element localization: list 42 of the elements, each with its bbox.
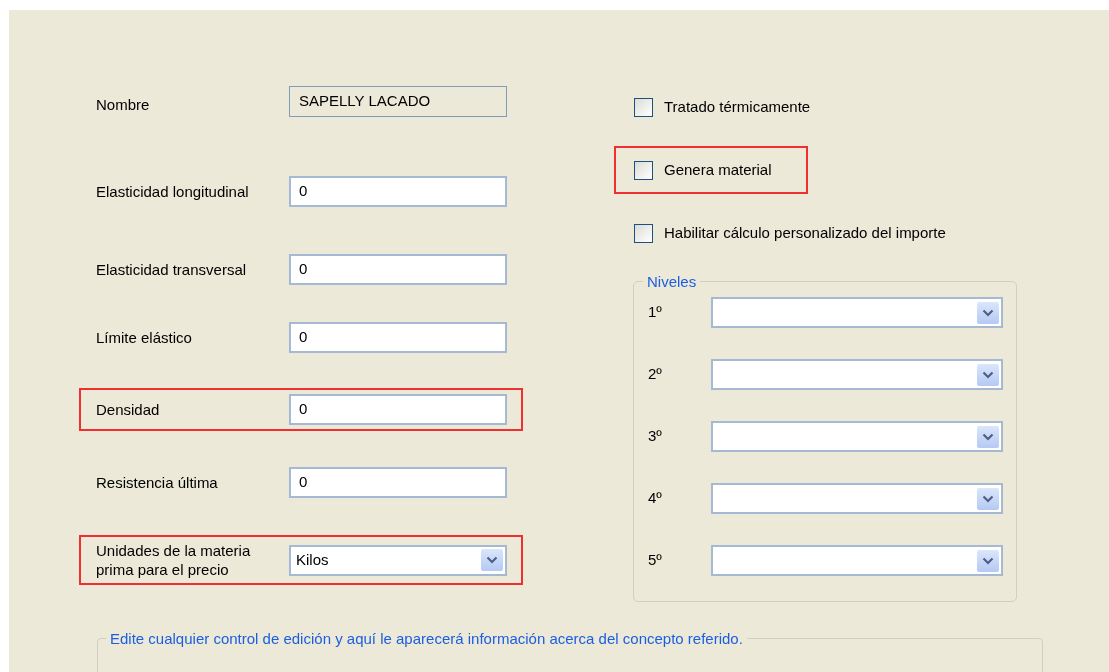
- dropdown-field[interactable]: [711, 545, 1003, 576]
- dropdown-field[interactable]: [711, 359, 1003, 390]
- chevron-down-icon: [982, 308, 994, 317]
- checkbox[interactable]: [634, 160, 653, 180]
- field-label: Resistencia última: [96, 473, 219, 492]
- chevron-down-icon: [982, 432, 994, 441]
- field-label: Unidades de la materia prima para el precio: [96, 541, 252, 579]
- checkbox-label: Tratado térmicamente: [664, 96, 811, 117]
- field-label: Límite elástico: [96, 328, 193, 347]
- field-label: Densidad: [96, 400, 161, 419]
- dropdown-field[interactable]: Kilos: [289, 544, 507, 576]
- field-label: Elasticidad longitudinal: [96, 182, 250, 201]
- checkbox[interactable]: [634, 223, 653, 243]
- checkbox-label: Habilitar cálculo personalizado del importe: [664, 222, 946, 243]
- level-label: 4º: [648, 488, 663, 509]
- chevron-down-icon: [982, 556, 994, 565]
- dropdown-button[interactable]: [481, 549, 503, 571]
- dropdown-button[interactable]: [977, 425, 999, 448]
- dropdown-button[interactable]: [977, 363, 999, 386]
- chevron-down-icon: [982, 494, 994, 503]
- dropdown-field[interactable]: [711, 421, 1003, 452]
- checkbox-label: Genera material: [664, 159, 772, 180]
- level-label: 5º: [648, 550, 663, 571]
- dropdown-field[interactable]: [711, 483, 1003, 514]
- field-label: Nombre: [96, 95, 151, 114]
- input-field[interactable]: 0: [289, 322, 507, 353]
- field-label: Elasticidad transversal: [96, 260, 248, 279]
- dropdown-button[interactable]: [977, 549, 999, 572]
- dropdown-button[interactable]: [977, 487, 999, 510]
- chevron-down-icon: [982, 370, 994, 379]
- input-field[interactable]: 0: [289, 176, 507, 207]
- input-field[interactable]: 0: [289, 254, 507, 285]
- dropdown-button[interactable]: [977, 301, 999, 324]
- level-label: 2º: [648, 364, 663, 385]
- input-field[interactable]: 0: [289, 394, 507, 425]
- chevron-down-icon: [486, 556, 498, 564]
- level-label: 3º: [648, 426, 663, 447]
- name-field[interactable]: SAPELLY LACADO: [289, 86, 507, 117]
- dropdown-field[interactable]: [711, 297, 1003, 328]
- input-field[interactable]: 0: [289, 467, 507, 498]
- level-label: 1º: [648, 302, 663, 323]
- checkbox[interactable]: [634, 97, 653, 117]
